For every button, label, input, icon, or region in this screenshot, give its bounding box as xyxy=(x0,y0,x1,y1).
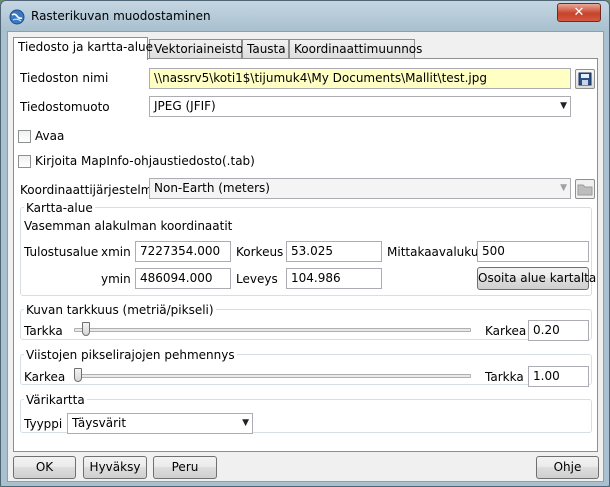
title-bar[interactable]: Rasterikuvan muodostaminen ✕ xyxy=(1,1,609,31)
xmin-input[interactable]: 7227354.000 xyxy=(135,241,231,262)
dropdown-arrow-icon: ▼ xyxy=(242,418,249,428)
tab-background[interactable]: Tausta xyxy=(242,39,289,59)
apply-button[interactable]: Hyväksy xyxy=(83,456,147,479)
close-button[interactable]: ✕ xyxy=(557,3,601,22)
ymin-input[interactable]: 486094.000 xyxy=(135,268,231,289)
ok-button[interactable]: OK xyxy=(13,456,76,479)
accuracy-right-label: Karkea xyxy=(485,324,527,338)
width-input[interactable]: 104.986 xyxy=(286,268,382,289)
colormap-type-label: Tyyppi xyxy=(24,417,63,431)
map-area-subtitle: Vasemman alakulman koordinaatit xyxy=(24,219,233,233)
floppy-disk-icon xyxy=(578,72,592,86)
file-format-select[interactable]: JPEG (JFIF) ▼ xyxy=(149,96,571,117)
tab-file-and-area[interactable]: Tiedosto ja kartta-alue xyxy=(13,37,153,60)
tab-coordinate-transform[interactable]: Koordinaattimuunnos xyxy=(289,39,422,59)
smoothing-slider-thumb[interactable] xyxy=(74,368,82,382)
xmin-label: xmin xyxy=(101,245,131,259)
scale-label: Mittakaavaluku xyxy=(387,245,479,259)
pick-area-from-map-button[interactable]: Osoita alue kartalta xyxy=(477,267,596,290)
save-file-button[interactable] xyxy=(575,69,595,89)
help-button[interactable]: Ohje xyxy=(536,456,599,479)
height-label: Korkeus xyxy=(236,245,284,259)
smoothing-input[interactable]: 1.00 xyxy=(528,366,589,387)
file-name-label: Tiedoston nimi xyxy=(20,71,109,85)
folder-icon xyxy=(577,184,593,196)
tab-vector-data[interactable]: Vektoriaineisto xyxy=(149,39,243,59)
open-checkbox[interactable] xyxy=(18,130,31,143)
smoothing-left-label: Karkea xyxy=(24,370,66,384)
colormap-type-value: Täysvärit xyxy=(72,416,127,430)
accuracy-input[interactable]: 0.20 xyxy=(528,320,589,341)
write-tab-file-checkbox[interactable] xyxy=(18,155,31,168)
write-tab-file-label: Kirjoita MapInfo-ohjaustiedosto(.tab) xyxy=(35,154,255,168)
height-input[interactable]: 53.025 xyxy=(286,241,382,262)
scale-input[interactable]: 500 xyxy=(477,241,589,262)
accuracy-slider-thumb[interactable] xyxy=(81,322,90,336)
cancel-button[interactable]: Peru xyxy=(153,456,217,479)
tab-panel-file-and-area: Tiedoston nimi \\nassrv5\koti1$\tijumuk4… xyxy=(13,58,598,452)
crs-value: Non-Earth (meters) xyxy=(154,181,270,195)
map-area-group-title: Kartta-alue xyxy=(24,201,95,215)
file-name-input[interactable]: \\nassrv5\koti1$\tijumuk4\My Documents\M… xyxy=(149,68,571,89)
width-label: Leveys xyxy=(236,272,278,286)
open-checkbox-label: Avaa xyxy=(35,129,65,143)
accuracy-slider-track[interactable] xyxy=(74,328,471,332)
file-format-value: JPEG (JFIF) xyxy=(154,99,216,113)
colormap-group-title: Värikartta xyxy=(24,393,87,407)
smoothing-group-title: Viistojen pikselirajojen pehmennys xyxy=(24,348,237,362)
accuracy-left-label: Tarkka xyxy=(24,324,63,338)
crs-select[interactable]: Non-Earth (meters) ▼ xyxy=(149,178,571,199)
file-format-label: Tiedostomuoto xyxy=(20,100,110,114)
dropdown-arrow-icon: ▼ xyxy=(560,101,567,111)
window-title: Rasterikuvan muodostaminen xyxy=(31,9,211,23)
accuracy-group-title: Kuvan tarkkuus (metriä/pikseli) xyxy=(24,303,216,317)
app-globe-icon xyxy=(9,9,25,25)
ymin-label: ymin xyxy=(101,272,131,286)
colormap-type-select[interactable]: Täysvärit ▼ xyxy=(67,413,253,434)
crs-label: Koordinaattijärjestelmä xyxy=(20,183,160,197)
crs-browse-button[interactable] xyxy=(575,179,595,199)
output-area-label: Tulostusalue xyxy=(24,245,99,259)
smoothing-slider-track[interactable] xyxy=(74,374,471,378)
dialog-window: Rasterikuvan muodostaminen ✕ Tiedosto ja… xyxy=(0,0,610,487)
smoothing-right-label: Tarkka xyxy=(485,370,524,384)
dropdown-arrow-icon: ▼ xyxy=(560,183,567,193)
dialog-client-area: Tiedosto ja kartta-alue Vektoriaineisto … xyxy=(7,31,604,482)
